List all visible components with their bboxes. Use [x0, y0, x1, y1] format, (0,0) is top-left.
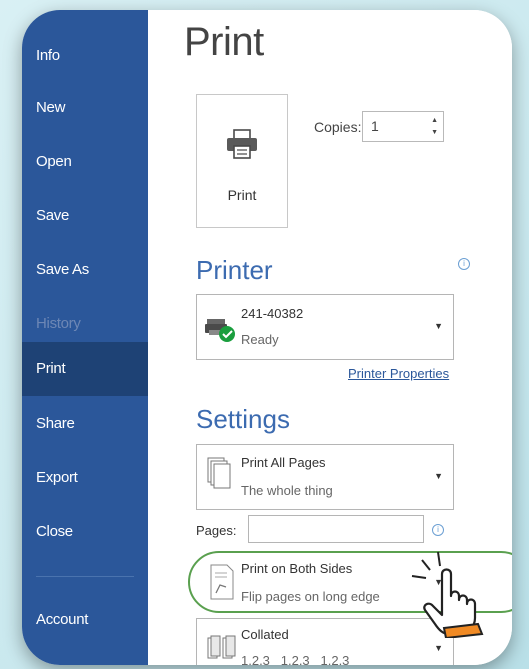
- printer-heading: Printer: [196, 255, 273, 285]
- sidebar-item-account[interactable]: Account: [22, 594, 148, 646]
- sidebar-item-export[interactable]: Export: [22, 452, 148, 504]
- print-button[interactable]: Print: [196, 94, 288, 228]
- pages-label: Pages:: [196, 523, 237, 538]
- info-icon[interactable]: i: [432, 524, 444, 536]
- info-icon[interactable]: i: [458, 258, 470, 270]
- screenshot-frame: Info New Open Save Save As History Print…: [22, 10, 512, 665]
- printer-name: 241-40382: [241, 306, 304, 321]
- increment-icon[interactable]: ▲: [431, 117, 438, 124]
- sidebar-item-save[interactable]: Save: [22, 190, 148, 242]
- duplex-subtitle: Flip pages on long edge: [241, 589, 380, 604]
- printer-properties-link[interactable]: Printer Properties: [348, 366, 449, 381]
- printer-dropdown[interactable]: 241-40382 Ready ▼: [196, 294, 454, 360]
- sidebar-item-open[interactable]: Open: [22, 136, 148, 188]
- collation-subtitle: 1,2,3 1,2,3 1,2,3: [241, 653, 350, 665]
- page-title: Print: [184, 20, 264, 64]
- duplex-title: Print on Both Sides: [241, 561, 353, 576]
- collation-title: Collated: [241, 627, 289, 642]
- copies-stepper[interactable]: 1 ▲ ▼: [362, 111, 444, 142]
- sidebar-item-new[interactable]: New: [22, 82, 148, 134]
- print-range-dropdown[interactable]: Print All Pages The whole thing ▼: [196, 444, 454, 510]
- sidebar-item-save-as[interactable]: Save As: [22, 244, 148, 296]
- printer-status: Ready: [241, 332, 279, 347]
- sidebar-divider: [36, 576, 134, 577]
- printer-icon: [225, 129, 259, 164]
- printer-status-icon: [205, 315, 237, 348]
- settings-heading: Settings: [196, 404, 290, 434]
- pointing-hand-icon: [408, 548, 498, 643]
- sidebar-item-print[interactable]: Print: [22, 342, 148, 396]
- sidebar-item-info[interactable]: Info: [22, 30, 148, 82]
- print-button-label: Print: [227, 187, 257, 203]
- print-pane: Print Print Copies: 1 ▲ ▼ Printer i 241-…: [148, 10, 512, 665]
- pages-input[interactable]: [248, 515, 424, 543]
- print-range-subtitle: The whole thing: [241, 483, 333, 498]
- backstage-sidebar: Info New Open Save Save As History Print…: [22, 10, 148, 665]
- copies-label: Copies:: [314, 119, 362, 135]
- sidebar-item-close[interactable]: Close: [22, 506, 148, 558]
- print-range-title: Print All Pages: [241, 455, 326, 470]
- document-stack-icon: [207, 457, 231, 496]
- chevron-down-icon: ▼: [434, 643, 443, 653]
- copies-value: 1: [371, 118, 379, 134]
- chevron-down-icon: ▼: [434, 471, 443, 481]
- collated-icon: [207, 635, 237, 665]
- decrement-icon[interactable]: ▼: [431, 129, 438, 136]
- chevron-down-icon: ▼: [434, 321, 443, 331]
- duplex-page-icon: [209, 563, 235, 606]
- sidebar-item-share[interactable]: Share: [22, 398, 148, 450]
